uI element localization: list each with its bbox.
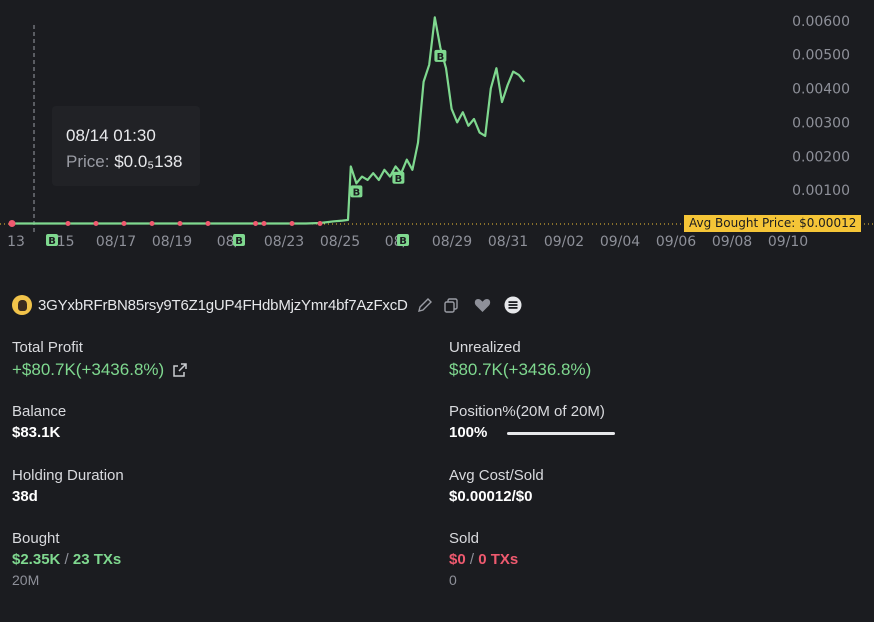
wallet-row: 3GYxbRFrBN85rsy9T6Z1gUP4FHdbMjzYmr4bf7Az… xyxy=(12,294,522,316)
sold-stat: Sold $0 / 0 TXs 0 xyxy=(449,530,518,588)
holding-duration-label: Holding Duration xyxy=(12,467,124,484)
svg-text:B: B xyxy=(235,236,243,247)
bought-stat: Bought $2.35K / 23 TXs 20M xyxy=(12,530,121,588)
svg-text:B: B xyxy=(395,174,403,185)
avg-cost-stat: Avg Cost/Sold $0.00012/$0 xyxy=(449,467,544,505)
trade-dot[interactable] xyxy=(317,221,323,227)
balance-value: $83.1K xyxy=(12,424,61,441)
x-tick-label: 08/19 xyxy=(152,234,192,250)
copy-icon[interactable] xyxy=(442,296,460,314)
svg-text:B: B xyxy=(399,236,407,247)
svg-text:B: B xyxy=(48,236,56,247)
tooltip-price: Price: $0.0₅138 xyxy=(66,152,183,172)
avg-cost-value: $0.00012/$0 xyxy=(449,488,533,505)
bought-txs: 23 TXs xyxy=(72,551,122,568)
sold-sub: 0 xyxy=(449,572,457,588)
x-tick-label: 09/06 xyxy=(656,234,696,250)
position-progress-bar xyxy=(507,431,616,435)
trade-dot[interactable] xyxy=(261,221,267,227)
x-tick-label: 08/31 xyxy=(488,234,528,250)
bought-row: $2.35K / 23 TXs xyxy=(12,551,121,568)
trade-dot[interactable] xyxy=(93,221,99,227)
x-tick-label: 13 xyxy=(7,234,25,250)
unrealized-label: Unrealized xyxy=(449,339,521,356)
y-tick-label: 0.00200 xyxy=(792,149,850,165)
buy-marker[interactable]: B xyxy=(392,171,405,185)
trade-dot[interactable] xyxy=(121,221,127,227)
bought-sub: 20M xyxy=(12,572,40,588)
share-icon[interactable] xyxy=(172,362,188,378)
trade-dot[interactable] xyxy=(177,221,183,227)
sold-label: Sold xyxy=(449,530,480,547)
position-value: 100% xyxy=(449,424,488,441)
trade-dot[interactable] xyxy=(253,221,259,227)
tooltip-price-value: $0.0₅138 xyxy=(114,152,183,171)
x-tick-label: 08/23 xyxy=(264,234,304,250)
y-tick-label: 0.00500 xyxy=(792,48,850,64)
avatar xyxy=(12,295,32,315)
holding-duration-value: 38d xyxy=(12,488,38,505)
sold-separator: / xyxy=(469,551,475,568)
total-profit-row: +$80.7K(+3436.8%) xyxy=(12,360,188,380)
bought-separator: / xyxy=(64,551,69,568)
trade-dot[interactable] xyxy=(8,220,16,228)
balance-stat: Balance $83.1K xyxy=(12,403,66,441)
trade-dot[interactable] xyxy=(289,221,295,227)
unrealized-value: $80.7K(+3436.8%) xyxy=(449,360,592,379)
y-tick-label: 0.00100 xyxy=(792,183,850,199)
bought-amount: $2.35K xyxy=(12,551,61,568)
total-profit-value: +$80.7K(+3436.8%) xyxy=(12,360,165,379)
tooltip-price-label: Price: xyxy=(66,152,110,171)
y-tick-label: 0.00400 xyxy=(792,82,850,98)
avg-bought-price-label: Avg Bought Price: $0.00012 xyxy=(684,215,862,232)
position-row: 100% xyxy=(449,424,616,441)
wallet-address[interactable]: 3GYxbRFrBN85rsy9T6Z1gUP4FHdbMjzYmr4bf7Az… xyxy=(38,297,408,314)
sold-txs: 0 TXs xyxy=(478,551,519,568)
svg-text:B: B xyxy=(437,52,445,63)
heart-icon[interactable] xyxy=(474,296,492,314)
x-tick-label: 09/10 xyxy=(768,234,808,250)
balance-label: Balance xyxy=(12,403,67,420)
total-profit-stat: Total Profit +$80.7K(+3436.8%) xyxy=(12,339,188,380)
buy-marker[interactable]: B xyxy=(46,234,58,247)
trade-dot[interactable] xyxy=(205,221,211,227)
sold-row: $0 / 0 TXs xyxy=(449,551,518,568)
buy-marker[interactable]: B xyxy=(434,49,447,63)
y-tick-label: 0.00300 xyxy=(792,115,850,131)
x-tick-label: 09/04 xyxy=(600,234,640,250)
tooltip-date: 08/14 01:30 xyxy=(66,126,156,145)
holding-duration-stat: Holding Duration 38d xyxy=(12,467,124,505)
buy-marker[interactable]: B xyxy=(350,185,363,198)
solscan-icon[interactable] xyxy=(504,296,522,314)
y-tick-label: 0.00600 xyxy=(792,14,850,30)
trade-dot[interactable] xyxy=(65,221,71,227)
buy-marker[interactable]: B xyxy=(233,234,245,247)
x-tick-label: 08/29 xyxy=(432,234,472,250)
total-profit-label: Total Profit xyxy=(12,339,83,356)
x-tick-label: 09/08 xyxy=(712,234,752,250)
bought-label: Bought xyxy=(12,530,60,547)
edit-icon[interactable] xyxy=(416,296,434,314)
buy-marker[interactable]: B xyxy=(397,234,409,247)
unrealized-stat: Unrealized $80.7K(+3436.8%) xyxy=(449,339,591,380)
x-tick-label: 08/17 xyxy=(96,234,136,250)
chart-tooltip: 08/14 01:30 Price: $0.0₅138 xyxy=(52,106,200,186)
position-label: Position%(20M of 20M) xyxy=(449,403,605,420)
svg-text:B: B xyxy=(353,187,361,198)
avg-cost-label: Avg Cost/Sold xyxy=(449,467,544,484)
x-tick-label: 08/25 xyxy=(320,234,360,250)
trade-dot[interactable] xyxy=(149,221,155,227)
sold-amount: $0 xyxy=(449,551,466,568)
position-stat: Position%(20M of 20M) 100% xyxy=(449,403,616,441)
x-tick-label: 09/02 xyxy=(544,234,584,250)
